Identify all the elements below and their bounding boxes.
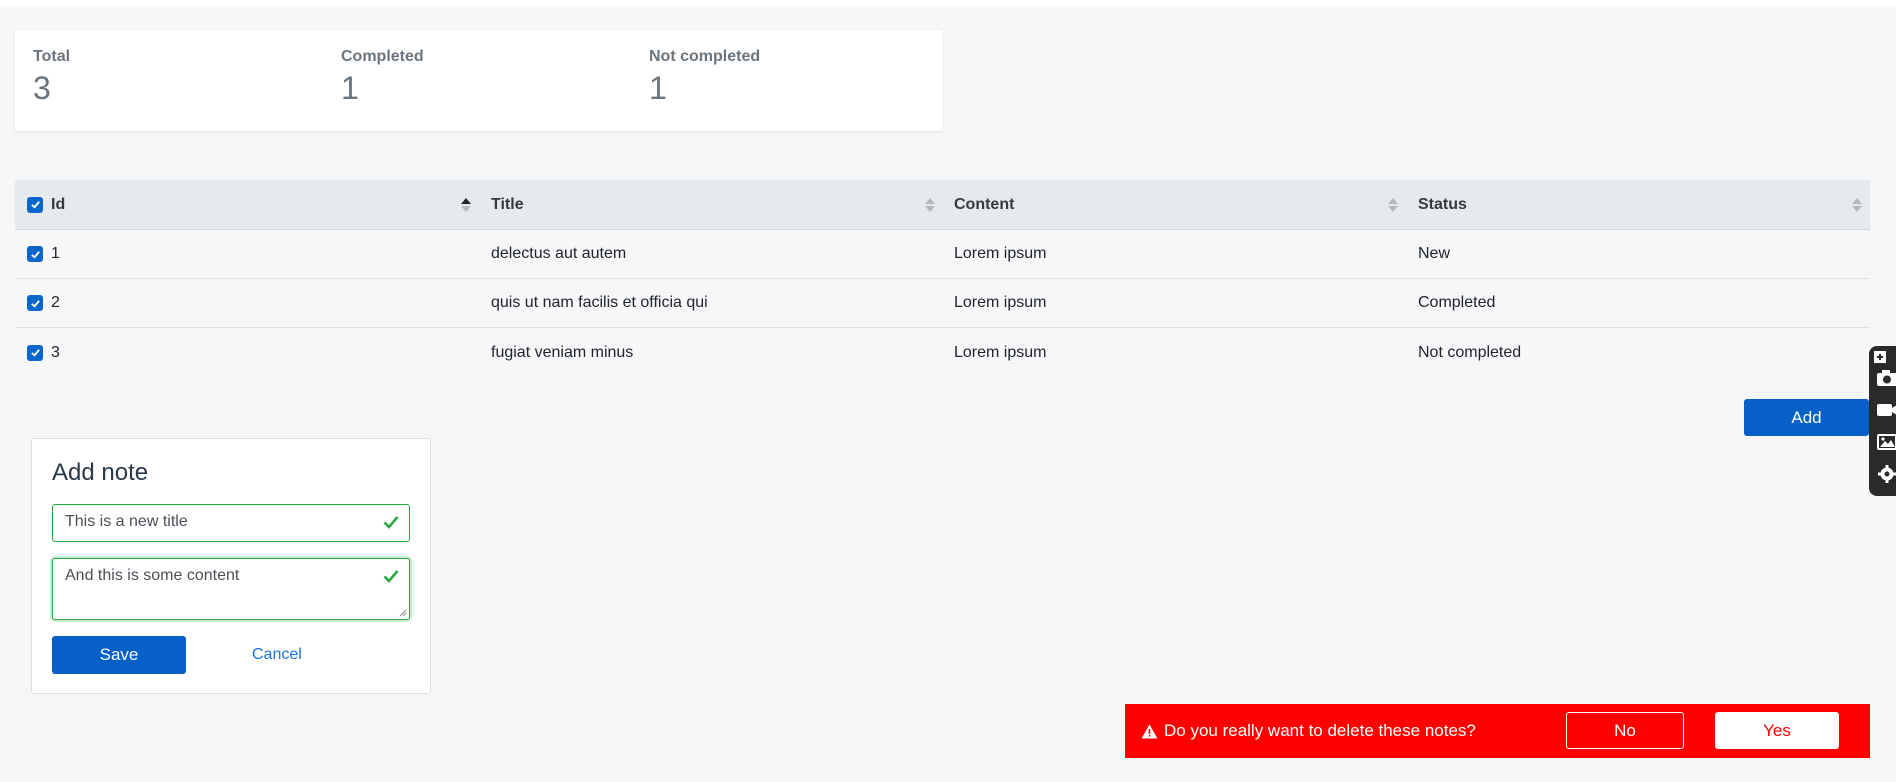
content-textarea[interactable]: And this is some content — [52, 558, 410, 620]
stat-value: 1 — [341, 70, 359, 106]
confirm-message-text: Do you really want to delete these notes… — [1164, 721, 1476, 740]
page: Total 3 Completed 1 Not completed 1 Id T… — [0, 6, 1896, 782]
header-content[interactable]: Content — [954, 180, 1404, 229]
title-input-value: This is a new title — [65, 513, 188, 530]
expand-icon[interactable] — [1873, 350, 1887, 364]
warning-icon — [1141, 724, 1158, 738]
table-header: Id Title Content Status — [15, 180, 1870, 230]
stat-completed: Completed 1 — [341, 48, 424, 107]
row-checkbox[interactable] — [27, 295, 43, 311]
sort-icon[interactable] — [461, 197, 471, 213]
side-toolbar — [1869, 346, 1896, 496]
resize-handle-icon[interactable] — [399, 609, 407, 617]
add-button[interactable]: Add — [1744, 399, 1869, 436]
check-icon — [30, 201, 40, 209]
title-input[interactable]: This is a new title — [52, 504, 410, 542]
cell-content: Lorem ipsum — [954, 343, 1047, 361]
stat-value: 3 — [33, 70, 51, 106]
check-icon — [383, 516, 399, 529]
header-label: Status — [1418, 195, 1467, 213]
id-value: 2 — [51, 294, 60, 311]
cell-id: 2 — [27, 279, 477, 327]
cell-status: Not completed — [1418, 343, 1522, 361]
check-icon — [383, 570, 399, 583]
id-value: 1 — [51, 245, 60, 262]
camera-icon[interactable] — [1875, 368, 1896, 388]
cell-status: Completed — [1418, 294, 1496, 311]
table-row[interactable]: 1 delectus aut autem Lorem ipsum New — [15, 230, 1870, 279]
check-icon — [30, 299, 40, 308]
save-button[interactable]: Save — [52, 636, 186, 674]
stat-not-completed: Not completed 1 — [649, 48, 760, 107]
cell-title: fugiat veniam minus — [491, 343, 634, 361]
confirm-message: Do you really want to delete these notes… — [1141, 704, 1476, 758]
stat-value: 1 — [649, 70, 667, 106]
cell-title: quis ut nam facilis et officia qui — [491, 294, 708, 311]
yes-button[interactable]: Yes — [1715, 712, 1839, 749]
stats-card: Total 3 Completed 1 Not completed 1 — [15, 30, 943, 131]
video-icon[interactable] — [1875, 400, 1896, 420]
table-row[interactable]: 3 fugiat veniam minus Lorem ipsum Not co… — [15, 328, 1870, 377]
header-label: Id — [51, 195, 66, 213]
content-textarea-value: And this is some content — [65, 567, 240, 584]
cell-status: New — [1418, 245, 1451, 262]
header-id[interactable]: Id — [27, 180, 477, 229]
check-icon — [30, 349, 40, 357]
id-value: 3 — [51, 343, 60, 361]
sort-icon[interactable] — [925, 197, 935, 213]
header-label: Content — [954, 195, 1015, 213]
cell-content: Lorem ipsum — [954, 294, 1047, 311]
header-title[interactable]: Title — [491, 180, 941, 229]
delete-confirmation-banner: Do you really want to delete these notes… — [1125, 704, 1870, 758]
gear-icon[interactable] — [1875, 464, 1896, 484]
cell-content: Lorem ipsum — [954, 245, 1047, 262]
select-all-checkbox[interactable] — [27, 196, 43, 213]
stat-total: Total 3 — [33, 48, 70, 107]
table-row[interactable]: 2 quis ut nam facilis et officia qui Lor… — [15, 279, 1870, 328]
cell-id: 1 — [27, 230, 477, 278]
stat-label: Not completed — [649, 48, 761, 65]
form-heading: Add note — [52, 459, 149, 486]
stat-label: Total — [33, 48, 71, 65]
image-icon[interactable] — [1875, 432, 1896, 452]
cancel-link[interactable]: Cancel — [252, 646, 302, 664]
sort-icon[interactable] — [1852, 197, 1862, 213]
header-status[interactable]: Status — [1418, 180, 1868, 229]
check-icon — [30, 250, 40, 259]
notes-table: Id Title Content Status 1 delectus aut a… — [15, 180, 1870, 377]
stat-label: Completed — [341, 48, 424, 65]
row-checkbox[interactable] — [27, 344, 43, 361]
cell-title: delectus aut autem — [491, 245, 627, 262]
no-button[interactable]: No — [1566, 712, 1684, 749]
row-checkbox[interactable] — [27, 246, 43, 262]
header-label: Title — [491, 195, 524, 213]
sort-icon[interactable] — [1388, 197, 1398, 213]
cell-id: 3 — [27, 328, 477, 377]
add-note-form: Add note This is a new title And this is… — [31, 438, 431, 694]
